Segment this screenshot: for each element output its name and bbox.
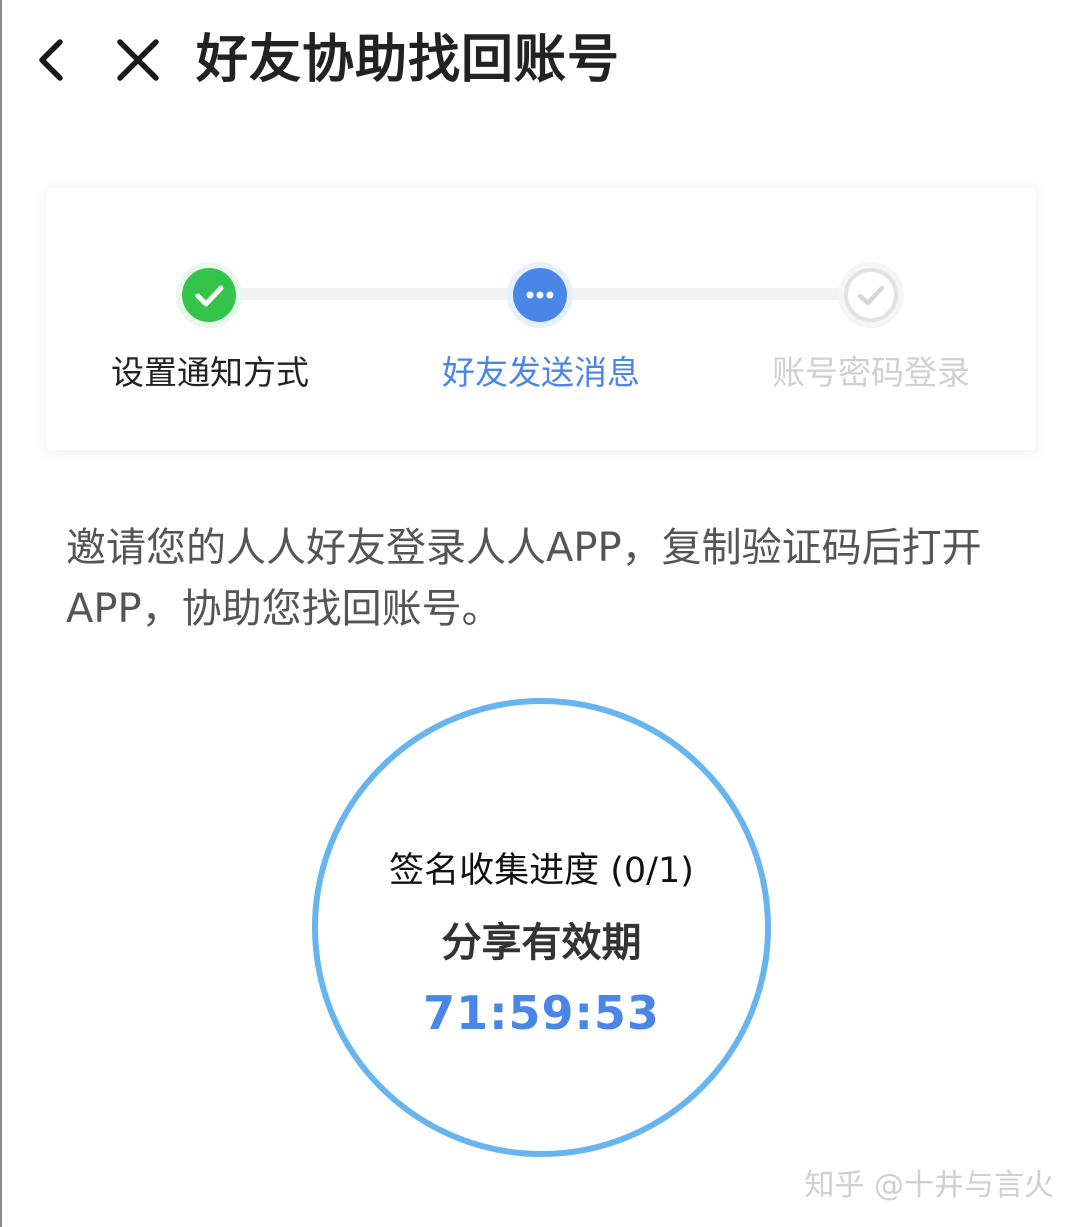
left-edge-divider: [0, 0, 2, 1227]
top-bar: 好友协助找回账号: [0, 0, 1080, 130]
step-2-indicator: [513, 268, 567, 322]
steps-card: 设置通知方式 好友发送消息 账号密码登录: [46, 188, 1036, 450]
close-button[interactable]: [108, 28, 168, 92]
close-icon: [117, 39, 159, 81]
step-1-indicator: [182, 268, 236, 322]
check-outline-icon: [857, 285, 885, 306]
signature-collect-progress: 签名收集进度 (0/1): [389, 851, 694, 891]
watermark: 知乎 @十井与言火: [804, 1168, 1054, 1203]
instruction-text: 邀请您的人人好友登录人人APP，复制验证码后打开APP，协助您找回账号。: [66, 525, 982, 632]
step-2-label: 好友发送消息: [442, 353, 640, 392]
back-button[interactable]: [22, 28, 82, 92]
step-3-indicator: [844, 268, 898, 322]
chevron-left-icon: [39, 39, 63, 81]
share-validity-title: 分享有效期: [441, 920, 642, 966]
step-3-label: 账号密码登录: [772, 353, 970, 392]
page-title: 好友协助找回账号: [196, 30, 621, 90]
check-circle-icon: [195, 285, 224, 307]
countdown-timer: 71:59:53: [423, 986, 660, 1040]
step-1-label: 设置通知方式: [111, 353, 309, 392]
more-dots-icon: [526, 291, 554, 299]
signature-progress-circle: 签名收集进度 (0/1) 分享有效期 71:59:53: [312, 698, 771, 1157]
